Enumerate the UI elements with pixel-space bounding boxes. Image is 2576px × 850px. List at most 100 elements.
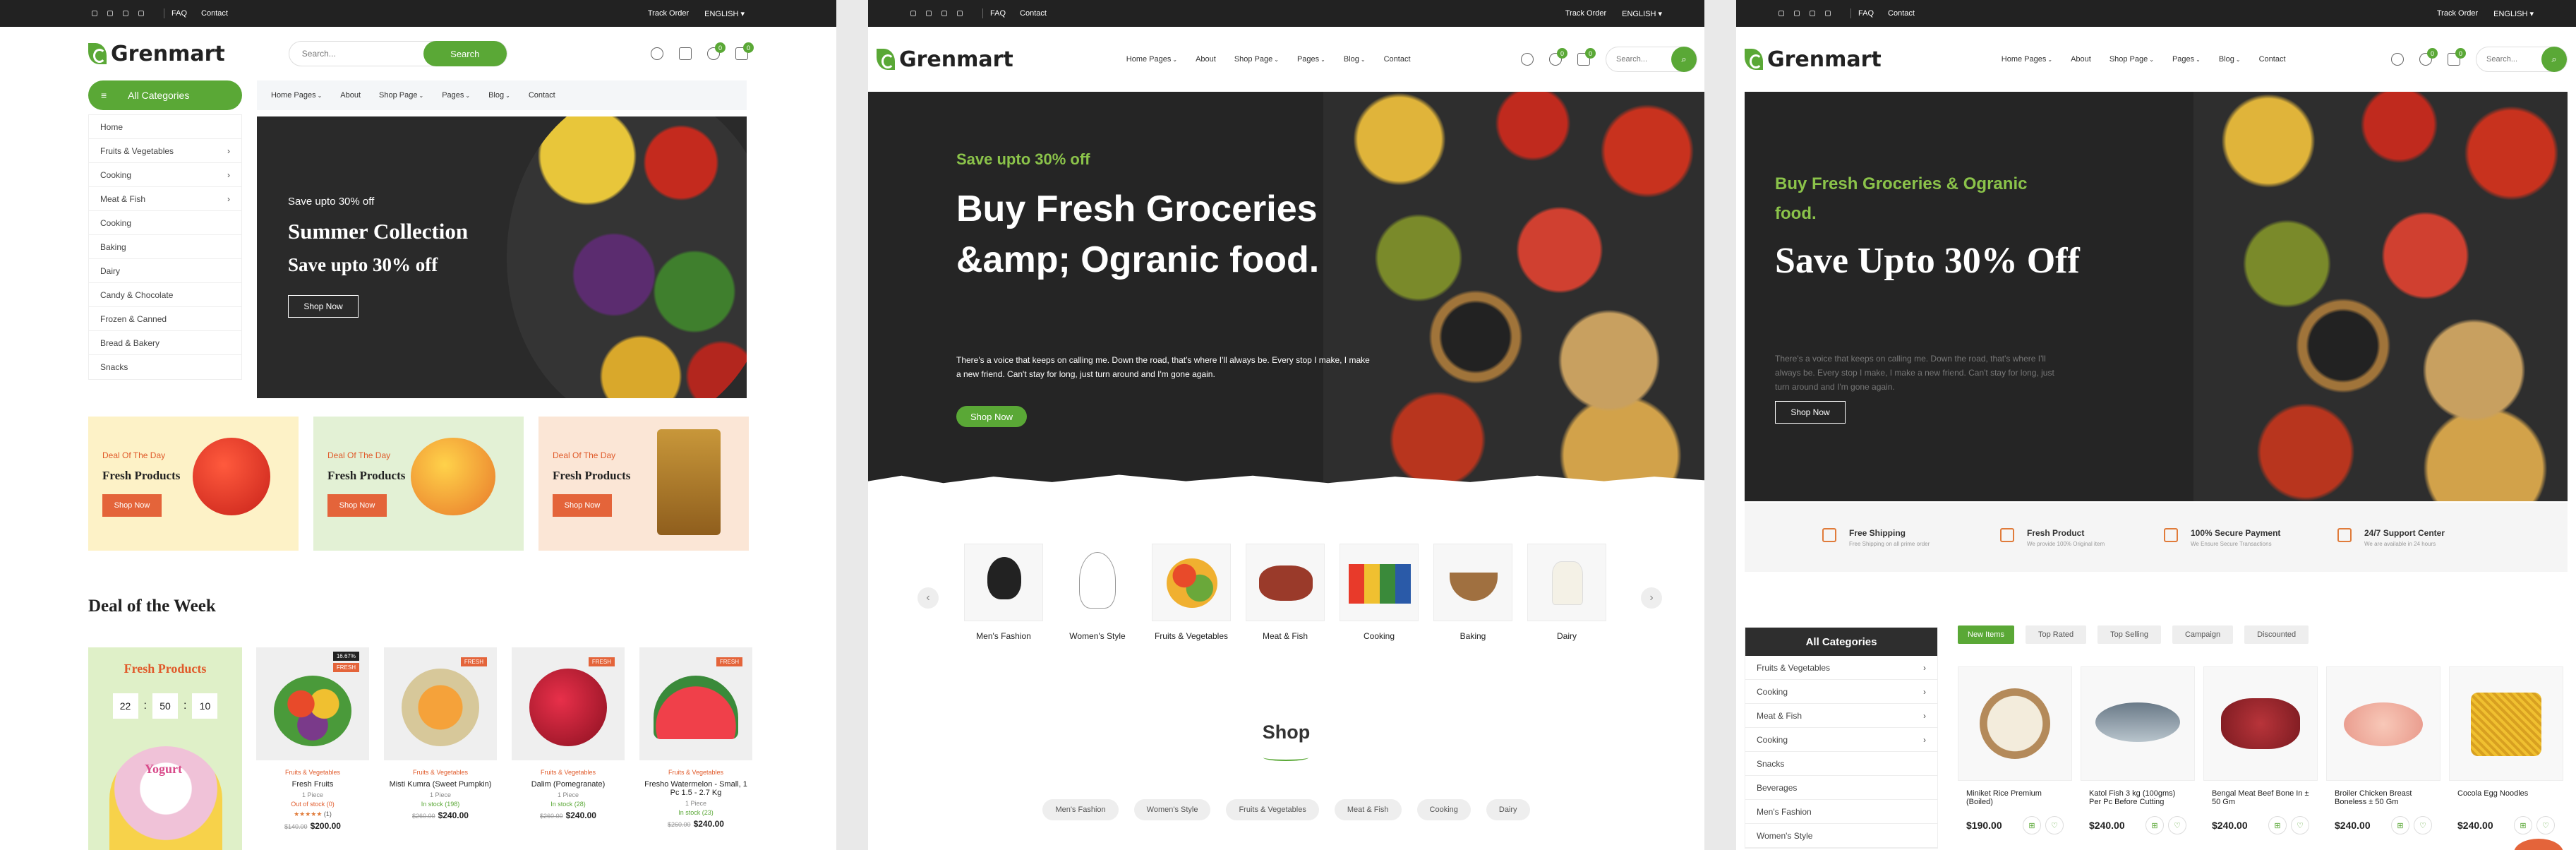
search-button[interactable]: Search	[423, 41, 507, 66]
heart-icon[interactable]: ♡	[2536, 816, 2555, 834]
heart-icon[interactable]: ♡	[2045, 816, 2064, 834]
pinterest-icon[interactable]	[1825, 11, 1831, 16]
faq-link[interactable]: FAQ	[990, 9, 1006, 18]
category-dairy[interactable]: Dairy	[1527, 544, 1606, 641]
nav-contact[interactable]: Contact	[2259, 55, 2286, 64]
heart-icon[interactable]: 0	[707, 42, 726, 60]
facebook-icon[interactable]	[1794, 11, 1800, 16]
heart-icon[interactable]: ♡	[2291, 816, 2309, 834]
sidebar-item-candy[interactable]: Candy & Chocolate	[89, 283, 241, 307]
heart-icon[interactable]: 0	[1549, 48, 1567, 66]
language-select[interactable]: ENGLISH ▾	[1622, 9, 1662, 18]
contact-link[interactable]: Contact	[1020, 9, 1047, 18]
cart-add-icon[interactable]: ⊞	[2023, 816, 2041, 834]
heart-icon[interactable]: ♡	[2168, 816, 2186, 834]
product-name[interactable]: Misti Kumra (Sweet Pumpkin)	[384, 780, 497, 789]
facebook-icon[interactable]	[926, 11, 932, 16]
nav-pages[interactable]: Pages ⌄	[1297, 55, 1325, 64]
tiktok-icon[interactable]	[123, 11, 128, 16]
pill-meat-fish[interactable]: Meat & Fish	[1334, 799, 1402, 820]
carousel-prev[interactable]: ‹	[917, 587, 939, 609]
contact-link[interactable]: Contact	[1888, 9, 1915, 18]
sidebar-item-meat[interactable]: Meat & Fish ›	[89, 187, 241, 211]
product-card-1[interactable]: 16.67% FRESH Fruits & Vegetables Fresh Fr…	[256, 647, 369, 831]
pill-fruits-vegetables[interactable]: Fruits & Vegetables	[1226, 799, 1319, 820]
track-order-link[interactable]: Track Order	[2437, 9, 2478, 18]
tab-top-rated[interactable]: Top Rated	[2025, 625, 2087, 644]
sidebar-item-cooking-2[interactable]: Cooking ›	[1745, 728, 1937, 752]
tab-campaign[interactable]: Campaign	[2172, 625, 2234, 644]
nav-blog[interactable]: Blog ⌄	[2219, 55, 2241, 64]
contact-link[interactable]: Contact	[201, 9, 228, 18]
sidebar-item-cooking[interactable]: Cooking ›	[1745, 680, 1937, 704]
sidebar-item-snacks[interactable]: Snacks	[89, 355, 241, 379]
logo[interactable]: Grenmart	[877, 47, 1013, 72]
nav-shop-page[interactable]: Shop Page ⌄	[2109, 55, 2154, 64]
nav-about[interactable]: About	[1196, 55, 1216, 64]
pill-womens-style[interactable]: Women's Style	[1133, 799, 1211, 820]
product-category[interactable]: Fruits & Vegetables	[256, 769, 369, 776]
sidebar-item-mens-fashion[interactable]: Men's Fashion	[1745, 800, 1937, 824]
sidebar-item-frozen[interactable]: Frozen & Canned	[89, 307, 241, 331]
nav-home-pages[interactable]: Home Pages ⌄	[1126, 55, 1177, 64]
product-name[interactable]: Katol Fish 3 kg (100gms) Per Pc Before C…	[2081, 789, 2195, 812]
nav-pages[interactable]: Pages ⌄	[442, 91, 470, 100]
facebook-icon[interactable]	[107, 11, 113, 16]
sidebar-item-cooking-2[interactable]: Cooking	[89, 211, 241, 235]
product-card-1[interactable]: Miniket Rice Premium (Boiled) $190.00 ⊞ ♡	[1958, 666, 2072, 834]
cart-add-icon[interactable]: ⊞	[2391, 816, 2409, 834]
category-womens-style[interactable]: Women's Style	[1058, 544, 1137, 641]
product-name[interactable]: Bengal Meat Beef Bone In ± 50 Gm	[2203, 789, 2318, 812]
cart-icon[interactable]: 0	[735, 42, 754, 60]
user-icon[interactable]	[2391, 53, 2404, 66]
language-select[interactable]: ENGLISH ▾	[704, 9, 745, 18]
deal-card-3[interactable]: Deal Of The Day Fresh Products Shop Now	[538, 417, 749, 551]
carousel-next[interactable]: ›	[1641, 587, 1662, 609]
sidebar-item-womens-style[interactable]: Women's Style	[1745, 824, 1937, 848]
all-categories-button[interactable]: ≡ All Categories	[88, 80, 242, 110]
tiktok-icon[interactable]	[941, 11, 947, 16]
sidebar-item-bread[interactable]: Bread & Bakery	[89, 331, 241, 355]
twitter-icon[interactable]	[1778, 11, 1784, 16]
sidebar-item-fruits[interactable]: Fruits & Vegetables ›	[1745, 656, 1937, 680]
logo[interactable]: Grenmart	[1745, 47, 1882, 72]
product-card-2[interactable]: FRESH Fruits & Vegetables Misti Kumra (S…	[384, 647, 497, 820]
product-name[interactable]: Dalim (Pomegranate)	[512, 780, 625, 789]
user-icon[interactable]	[651, 47, 663, 60]
nav-shop-page[interactable]: Shop Page ⌄	[1234, 55, 1279, 64]
tab-top-selling[interactable]: Top Selling	[2097, 625, 2161, 644]
category-cooking[interactable]: Cooking	[1340, 544, 1419, 641]
promo-card[interactable]: Fresh Products 22: 50: 10 Yogurt	[88, 647, 242, 850]
deal-card-1[interactable]: Deal Of The Day Fresh Products Shop Now	[88, 417, 299, 551]
sidebar-item-dairy[interactable]: Dairy	[89, 259, 241, 283]
product-name[interactable]: Fresh Fruits	[256, 780, 369, 789]
nav-blog[interactable]: Blog ⌄	[488, 91, 510, 100]
faq-link[interactable]: FAQ	[1858, 9, 1874, 18]
twitter-icon[interactable]	[910, 11, 916, 16]
nav-contact[interactable]: Contact	[529, 91, 555, 100]
product-card-3[interactable]: Bengal Meat Beef Bone In ± 50 Gm $240.00 ⊞…	[2203, 666, 2318, 834]
nav-home-pages[interactable]: Home Pages ⌄	[271, 91, 322, 100]
tab-discounted[interactable]: Discounted	[2244, 625, 2309, 644]
track-order-link[interactable]: Track Order	[648, 9, 689, 18]
product-name[interactable]: Miniket Rice Premium (Boiled)	[1958, 789, 2072, 812]
nav-about[interactable]: About	[2071, 55, 2091, 64]
category-baking[interactable]: Baking	[1433, 544, 1512, 641]
search-button[interactable]: ⌕	[2541, 47, 2567, 72]
sidebar-item-home[interactable]: Home	[89, 115, 241, 139]
heart-icon[interactable]: 0	[2419, 48, 2438, 66]
nav-blog[interactable]: Blog ⌄	[1344, 55, 1366, 64]
pinterest-icon[interactable]	[957, 11, 963, 16]
product-name[interactable]: Broiler Chicken Breast Boneless ± 50 Gm	[2326, 789, 2440, 812]
nav-shop-page[interactable]: Shop Page ⌄	[379, 91, 423, 100]
compare-icon[interactable]	[679, 47, 692, 60]
pill-cooking[interactable]: Cooking	[1416, 799, 1471, 820]
category-fruits-vegetables[interactable]: Fruits & Vegetables	[1152, 544, 1231, 641]
nav-home-pages[interactable]: Home Pages ⌄	[2002, 55, 2052, 64]
search-button[interactable]: ⌕	[1671, 47, 1697, 72]
cart-add-icon[interactable]: ⊞	[2268, 816, 2287, 834]
pinterest-icon[interactable]	[138, 11, 144, 16]
faq-link[interactable]: FAQ	[171, 9, 187, 18]
cart-add-icon[interactable]: ⊞	[2145, 816, 2164, 834]
product-name[interactable]: Fresho Watermelon - Small, 1 Pc 1.5 - 2.…	[639, 780, 752, 797]
